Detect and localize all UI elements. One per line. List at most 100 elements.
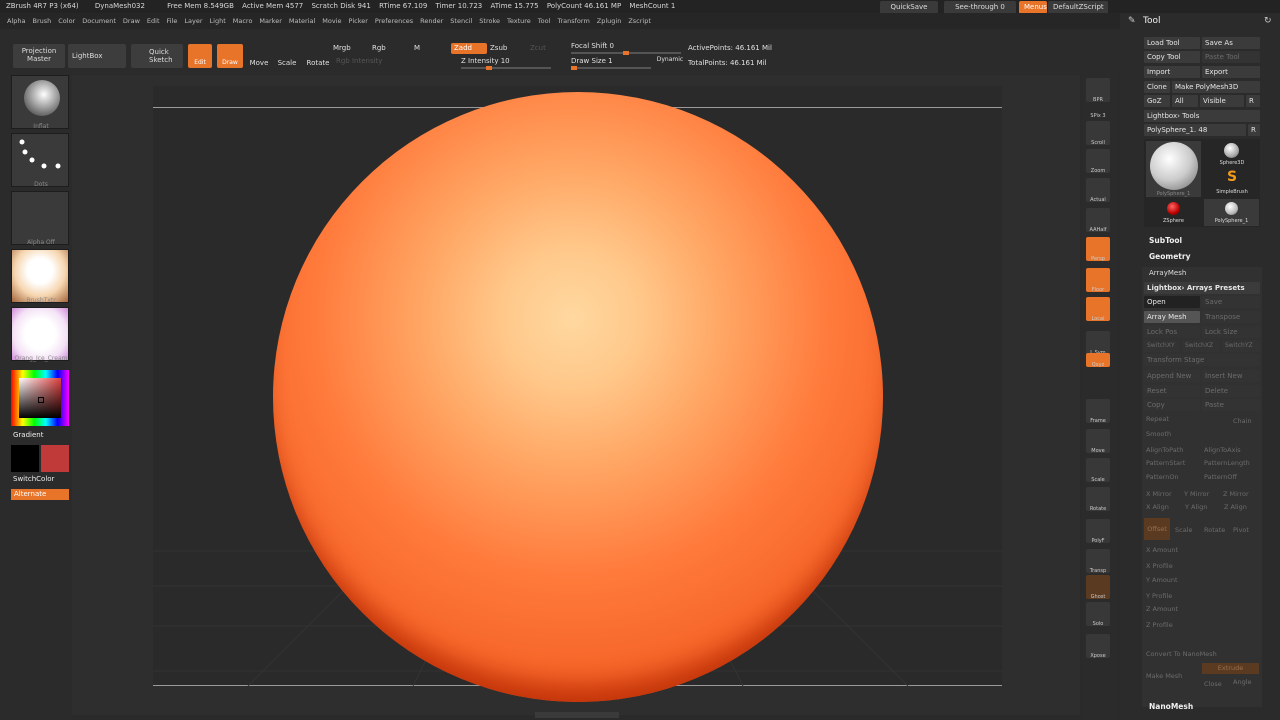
make-mesh-button[interactable]: Make Mesh <box>1146 672 1182 680</box>
y-align-slider[interactable]: Y Align <box>1185 503 1207 511</box>
shelf-button-transp[interactable]: Transp <box>1086 549 1110 574</box>
shelf-button-xpose[interactable]: Xpose <box>1086 634 1110 659</box>
z-align-slider[interactable]: Z Align <box>1224 503 1247 511</box>
lock-size-button[interactable]: Lock Size <box>1202 326 1260 338</box>
y-amount-slider[interactable]: Y Amount <box>1146 576 1178 584</box>
load-tool-button[interactable]: Load Tool <box>1144 37 1200 49</box>
y-profile-curve[interactable]: Y Profile <box>1146 592 1172 600</box>
x-mirror-button[interactable]: X Mirror <box>1146 490 1172 498</box>
current-tool-slider[interactable]: PolySphere_1. 48 <box>1144 124 1246 136</box>
shelf-button-rotate[interactable]: Rotate <box>1086 487 1110 512</box>
move-button[interactable]: Move <box>248 59 270 67</box>
texture-thumbnail[interactable]: BrushTxtr <box>11 249 69 304</box>
menu-light[interactable]: Light <box>210 13 226 29</box>
brush-thumbnail[interactable]: Inflat <box>11 75 69 130</box>
paste-tool-button[interactable]: Paste Tool <box>1202 51 1260 63</box>
switchxz-button[interactable]: SwitchXZ <box>1182 340 1220 352</box>
menu-document[interactable]: Document <box>82 13 116 29</box>
shelf-button-icon-12[interactable] <box>1086 385 1110 399</box>
menu-transform[interactable]: Transform <box>557 13 589 29</box>
shelf-button-frame[interactable]: Frame <box>1086 399 1110 424</box>
z-profile-curve[interactable]: Z Profile <box>1146 621 1173 629</box>
close-button[interactable]: Close <box>1204 680 1222 688</box>
zsub-button[interactable]: Zsub <box>490 44 512 52</box>
menu-preferences[interactable]: Preferences <box>375 13 413 29</box>
primary-color-swatch[interactable] <box>11 445 39 472</box>
z-amount-slider[interactable]: Z Amount <box>1146 605 1178 613</box>
tool-thumb-polysphere-2[interactable]: PolySphere_1 <box>1204 199 1259 226</box>
canvas-scroll-handle[interactable] <box>535 712 619 718</box>
menu-alpha[interactable]: Alpha <box>7 13 25 29</box>
patternlength-slider[interactable]: PatternLength <box>1204 459 1250 467</box>
focal-shift-slider[interactable]: Focal Shift 0 <box>571 42 641 50</box>
z-intensity-track[interactable] <box>461 66 551 70</box>
shelf-button-zoom[interactable]: Zoom <box>1086 149 1110 174</box>
menu-tool[interactable]: Tool <box>538 13 551 29</box>
document-canvas[interactable] <box>153 86 1002 702</box>
draw-size-slider[interactable]: Draw Size 1 <box>571 57 641 65</box>
tool-thumb-polysphere[interactable]: PolySphere_1 <box>1146 141 1201 197</box>
z-intensity-slider[interactable]: Z Intensity 10 <box>461 57 531 65</box>
menu-file[interactable]: File <box>167 13 178 29</box>
transpose-button[interactable]: Transpose <box>1202 311 1260 323</box>
zcut-button[interactable]: Zcut <box>530 44 550 52</box>
save-as-button[interactable]: Save As <box>1202 37 1260 49</box>
shelf-button-aahalf[interactable]: AAHalf <box>1086 208 1110 233</box>
rotate-mode-button[interactable]: Rotate <box>1204 526 1225 534</box>
subtool-section[interactable]: SubTool <box>1149 236 1182 245</box>
menu-zscript[interactable]: Zscript <box>628 13 651 29</box>
z-mirror-button[interactable]: Z Mirror <box>1223 490 1249 498</box>
menu-zplugin[interactable]: Zplugin <box>597 13 622 29</box>
quick-sketch-button[interactable]: Quick Sketch <box>131 44 183 68</box>
menu-texture[interactable]: Texture <box>507 13 531 29</box>
orange-sphere-mesh[interactable] <box>273 92 883 702</box>
scale-button[interactable]: Scale <box>276 59 298 67</box>
array-mesh-toggle[interactable]: Array Mesh <box>1144 311 1200 323</box>
shelf-button-spix-3[interactable]: SPix 3 <box>1086 104 1110 119</box>
menu-color[interactable]: Color <box>58 13 75 29</box>
shelf-button-l-sym[interactable]: L.Sym <box>1086 331 1110 356</box>
zadd-button[interactable]: Zadd <box>451 43 487 54</box>
lightbox-tools-button[interactable]: Lightbox› Tools <box>1144 110 1260 122</box>
offset-button[interactable]: Offset <box>1144 518 1170 540</box>
copy-button[interactable]: Copy <box>1144 399 1200 411</box>
aligntopath-button[interactable]: AlignToPath <box>1146 446 1183 454</box>
lightbox-button[interactable]: LightBox <box>68 44 126 68</box>
menu-material[interactable]: Material <box>289 13 315 29</box>
secondary-color-swatch[interactable] <box>41 445 69 472</box>
menu-stroke[interactable]: Stroke <box>479 13 500 29</box>
r-button[interactable]: R <box>1246 95 1260 107</box>
angle-slider[interactable]: Angle <box>1233 678 1252 686</box>
delete-button[interactable]: Delete <box>1202 385 1260 397</box>
alpha-thumbnail[interactable]: Alpha Off <box>11 191 69 246</box>
paste-button[interactable]: Paste <box>1202 399 1260 411</box>
mrgb-button[interactable]: Mrgb <box>333 44 357 52</box>
menu-edit[interactable]: Edit <box>147 13 160 29</box>
shelf-button-floor[interactable]: Floor <box>1086 268 1110 293</box>
insert-new-button[interactable]: Insert New <box>1202 370 1260 382</box>
stroke-thumbnail[interactable]: Dots <box>11 133 69 188</box>
patternon-button[interactable]: PatternOn <box>1146 473 1179 481</box>
smooth-slider[interactable]: Smooth <box>1146 430 1171 438</box>
lock-pos-button[interactable]: Lock Pos <box>1144 326 1200 338</box>
y-mirror-button[interactable]: Y Mirror <box>1184 490 1209 498</box>
shelf-button-bpr[interactable]: BPR <box>1086 78 1110 103</box>
repeat-slider[interactable]: Repeat <box>1146 415 1169 423</box>
shelf-button-ghost[interactable]: Ghost <box>1086 575 1110 600</box>
shelf-button-scroll[interactable]: Scroll <box>1086 121 1110 146</box>
alternate-button[interactable]: Alternate <box>11 489 69 500</box>
x-amount-slider[interactable]: X Amount <box>1146 546 1178 554</box>
color-picker[interactable] <box>11 370 69 426</box>
switchcolor-button[interactable]: SwitchColor <box>13 475 54 483</box>
patternoff-button[interactable]: PatternOff <box>1204 473 1237 481</box>
transform-stage-slider[interactable]: Transform Stage <box>1144 354 1260 366</box>
clone-button[interactable]: Clone <box>1144 81 1170 93</box>
shelf-button-local[interactable]: Local <box>1086 297 1110 322</box>
menu-picker[interactable]: Picker <box>349 13 368 29</box>
focal-shift-track[interactable] <box>571 51 681 55</box>
switchyz-button[interactable]: SwitchYZ <box>1222 340 1260 352</box>
shelf-button-scale[interactable]: Scale <box>1086 458 1110 483</box>
menu-brush[interactable]: Brush <box>32 13 51 29</box>
open-button[interactable]: Open <box>1144 296 1200 308</box>
x-align-slider[interactable]: X Align <box>1146 503 1169 511</box>
